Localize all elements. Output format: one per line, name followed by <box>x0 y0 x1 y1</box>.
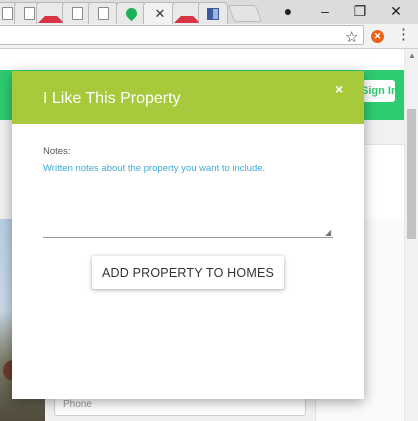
restore-button[interactable]: ❐ <box>344 2 376 20</box>
resize-handle-icon[interactable]: ◢ <box>325 229 331 237</box>
browser-menu-icon[interactable]: ⋮ <box>396 26 411 44</box>
house-icon <box>174 4 200 23</box>
location-pin-icon <box>123 5 139 22</box>
notes-label: Notes: <box>43 146 71 157</box>
document-icon <box>1 7 13 20</box>
browser-tab-strip: ✕ ● – ❐ ✕ <box>0 0 418 24</box>
new-tab-button[interactable] <box>227 5 263 22</box>
bookmark-star-icon[interactable]: ☆ <box>345 28 358 46</box>
modal-header: I Like This Property × <box>12 71 364 124</box>
minimize-button[interactable]: – <box>309 2 341 20</box>
browser-tab[interactable] <box>116 2 146 24</box>
profile-icon[interactable]: ● <box>272 2 304 20</box>
scroll-thumb[interactable] <box>407 109 416 239</box>
notes-textarea[interactable] <box>43 163 333 238</box>
add-property-to-homes-button[interactable]: ADD PROPERTY TO HOMES <box>92 256 284 289</box>
address-bar[interactable] <box>0 25 364 45</box>
grid-icon <box>207 7 219 20</box>
like-property-modal: I Like This Property × Notes: ◢ ADD PROP… <box>12 71 364 399</box>
close-icon[interactable]: ✕ <box>155 6 166 22</box>
browser-tab[interactable] <box>198 2 228 24</box>
scroll-up-arrow-icon[interactable]: ▲ <box>408 51 416 60</box>
page-scrollbar[interactable]: ▲ <box>404 49 418 421</box>
modal-title: I Like This Property <box>43 90 181 107</box>
extension-icon[interactable]: ✕ <box>371 30 384 43</box>
modal-close-button[interactable]: × <box>335 81 343 97</box>
window-close-button[interactable]: ✕ <box>380 2 412 20</box>
document-icon <box>23 7 35 20</box>
document-icon <box>97 7 109 20</box>
house-icon <box>38 4 64 23</box>
document-icon <box>71 7 83 20</box>
browser-tab[interactable] <box>88 2 118 24</box>
